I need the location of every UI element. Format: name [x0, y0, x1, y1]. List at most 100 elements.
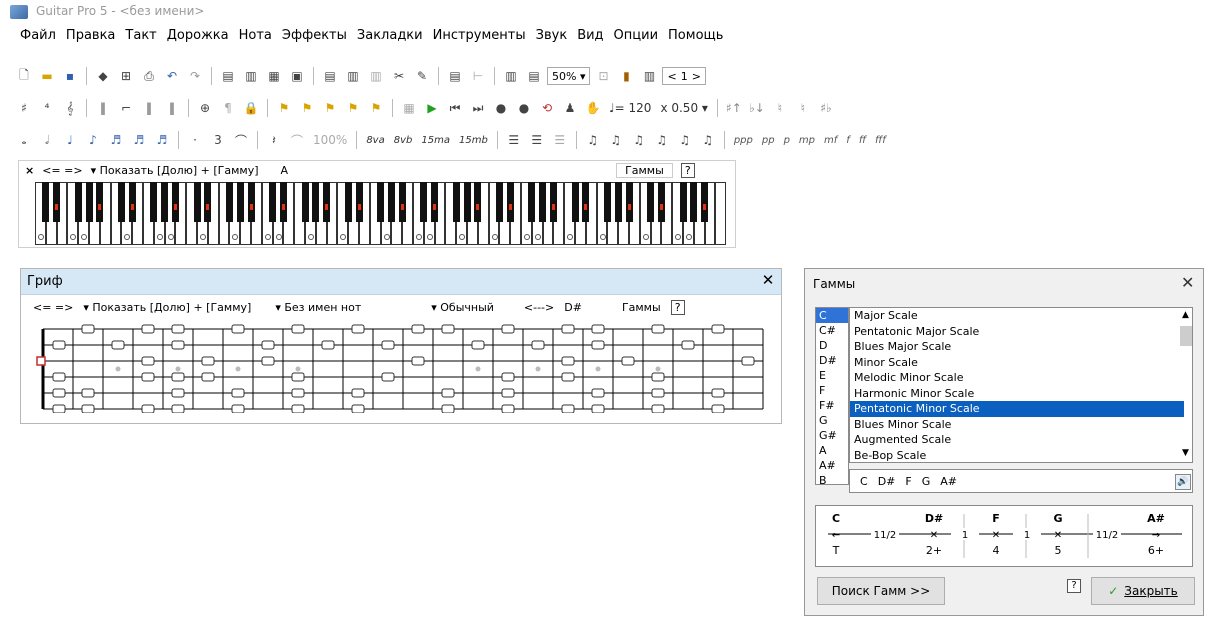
- piano-black-key[interactable]: [225, 182, 233, 222]
- fretboard-note-marker[interactable]: [441, 324, 455, 334]
- piano-black-key[interactable]: [74, 182, 82, 222]
- fretboard-note-marker[interactable]: [81, 404, 95, 413]
- fretboard-help-icon[interactable]: ?: [670, 299, 685, 315]
- double-bar-icon[interactable]: ‖: [162, 98, 182, 118]
- piano-black-key[interactable]: [193, 182, 201, 222]
- fretboard-note-marker[interactable]: [501, 404, 515, 413]
- piano-black-key[interactable]: [387, 182, 395, 222]
- root-note-item[interactable]: F#: [816, 398, 848, 413]
- fretboard-scales-button[interactable]: Гаммы: [622, 301, 661, 314]
- piano-icon[interactable]: ▥: [639, 66, 659, 86]
- new-file-icon[interactable]: 🗋: [14, 66, 34, 86]
- fretboard-note-marker[interactable]: [141, 404, 155, 413]
- play-icon[interactable]: ▶: [422, 98, 442, 118]
- align-center-icon[interactable]: ☰: [527, 130, 547, 150]
- fretboard-note-marker[interactable]: [52, 404, 66, 413]
- fretboard-note-marker[interactable]: [351, 388, 365, 398]
- clef-icon[interactable]: 𝄞: [60, 98, 80, 118]
- piano-scales-button[interactable]: Гаммы: [616, 162, 673, 178]
- key-signature-icon[interactable]: ♯: [14, 98, 34, 118]
- dynamic-f[interactable]: f: [843, 135, 853, 146]
- fretboard-note-marker[interactable]: [711, 404, 725, 413]
- beam-b-icon[interactable]: ♫: [629, 130, 649, 150]
- scroll-thumb[interactable]: [1180, 326, 1192, 346]
- quarter-note-icon[interactable]: ♩: [60, 130, 80, 150]
- piano-black-key[interactable]: [96, 182, 104, 222]
- menu-view[interactable]: Вид: [577, 28, 603, 48]
- speed-select[interactable]: x 0.50 ▾: [657, 101, 710, 115]
- open-folder-icon[interactable]: ▬: [37, 66, 57, 86]
- save-icon[interactable]: ▪: [60, 66, 80, 86]
- piano-black-key[interactable]: [506, 182, 514, 222]
- piano-black-key[interactable]: [171, 182, 179, 222]
- piano-keyboard[interactable]: [35, 182, 737, 246]
- track-view2-icon[interactable]: ▥: [366, 66, 386, 86]
- piano-black-key[interactable]: [463, 182, 471, 222]
- fretboard-note-marker[interactable]: [591, 404, 605, 413]
- layout-b-icon[interactable]: ▤: [524, 66, 544, 86]
- fretboard-note-marker[interactable]: [711, 324, 725, 334]
- sharp-flat-icon[interactable]: ♯♭: [816, 98, 836, 118]
- print-preview-icon[interactable]: ⊞: [116, 66, 136, 86]
- piano-black-key[interactable]: [603, 182, 611, 222]
- fretboard-note-marker[interactable]: [711, 388, 725, 398]
- root-note-item[interactable]: B: [816, 473, 848, 488]
- cut-icon[interactable]: ✂: [389, 66, 409, 86]
- fretboard-mode-dropdown[interactable]: ▾ Обычный: [431, 301, 494, 314]
- fretboard-note-marker[interactable]: [52, 388, 66, 398]
- piano-black-key[interactable]: [701, 182, 709, 222]
- mute-icon[interactable]: ●: [514, 98, 534, 118]
- fretboard-note-marker[interactable]: [351, 324, 365, 334]
- fretboard-note-marker[interactable]: [441, 388, 455, 398]
- fretboard-nav-arrows[interactable]: <= =>: [33, 301, 73, 314]
- tie-icon[interactable]: ⌒: [231, 130, 251, 150]
- fretboard-note-marker[interactable]: [561, 356, 575, 366]
- paragraph-icon[interactable]: ¶: [218, 98, 238, 118]
- piano-black-key[interactable]: [150, 182, 158, 222]
- find-scales-button[interactable]: Поиск Гамм >>: [817, 577, 945, 605]
- root-note-item[interactable]: C: [816, 308, 848, 323]
- root-note-list[interactable]: C C# D D# E F F# G G# A A# B: [815, 307, 849, 488]
- fretboard-note-marker[interactable]: [591, 324, 605, 334]
- piano-black-key[interactable]: [117, 182, 125, 222]
- piano-black-key[interactable]: [247, 182, 255, 222]
- fretboard-note-marker[interactable]: [231, 324, 245, 334]
- fretboard-note-marker[interactable]: [201, 356, 215, 366]
- fretboard-names-dropdown[interactable]: ▾ Без имен нот: [275, 301, 361, 314]
- track-view-icon[interactable]: ▥: [343, 66, 363, 86]
- transpose-down-icon[interactable]: ♭↓: [747, 98, 767, 118]
- fretboard-note-marker[interactable]: [561, 324, 575, 334]
- scroll-up-icon[interactable]: ▲: [1182, 310, 1189, 320]
- fretboard-note-marker[interactable]: [651, 372, 665, 382]
- fretboard-note-marker[interactable]: [81, 388, 95, 398]
- transpose-up-icon[interactable]: ♯↑: [724, 98, 744, 118]
- track-color-icon[interactable]: ▮: [616, 66, 636, 86]
- fretboard-note-marker[interactable]: [81, 324, 95, 334]
- piano-black-key[interactable]: [269, 182, 277, 222]
- fretboard-note-marker[interactable]: [291, 372, 305, 382]
- fretboard-note-marker[interactable]: [141, 356, 155, 366]
- sixty-fourth-note-icon[interactable]: ♬: [152, 130, 172, 150]
- dynamic-fff[interactable]: fff: [872, 135, 889, 146]
- fretboard-diagram[interactable]: [33, 321, 769, 413]
- root-note-item[interactable]: E: [816, 368, 848, 383]
- piano-black-key[interactable]: [398, 182, 406, 222]
- piano-black-key[interactable]: [420, 182, 428, 222]
- scales-close-icon[interactable]: ✕: [1181, 273, 1194, 292]
- fretboard-note-marker[interactable]: [261, 340, 275, 350]
- scale-list-item[interactable]: Blues Minor Scale: [850, 417, 1184, 433]
- fretboard-note-marker[interactable]: [52, 372, 66, 382]
- piano-black-key[interactable]: [323, 182, 331, 222]
- root-note-item[interactable]: G: [816, 413, 848, 428]
- fretboard-note-marker[interactable]: [231, 404, 245, 413]
- fretboard-range[interactable]: <--->: [524, 301, 554, 314]
- scale-list-item[interactable]: Major Scale: [850, 308, 1184, 324]
- piano-black-key[interactable]: [236, 182, 244, 222]
- dynamic-mp[interactable]: mp: [796, 135, 818, 146]
- ottava-up-button[interactable]: 8va: [363, 135, 387, 146]
- enharmonic-b-icon[interactable]: ♮: [793, 98, 813, 118]
- fretboard-note-marker[interactable]: [321, 340, 335, 350]
- layout-parchment-icon[interactable]: ▦: [264, 66, 284, 86]
- piano-show-dropdown[interactable]: ▾ Показать [Долю] + [Гамму]: [91, 164, 259, 177]
- scale-list-item[interactable]: Pentatonic Major Scale: [850, 324, 1184, 340]
